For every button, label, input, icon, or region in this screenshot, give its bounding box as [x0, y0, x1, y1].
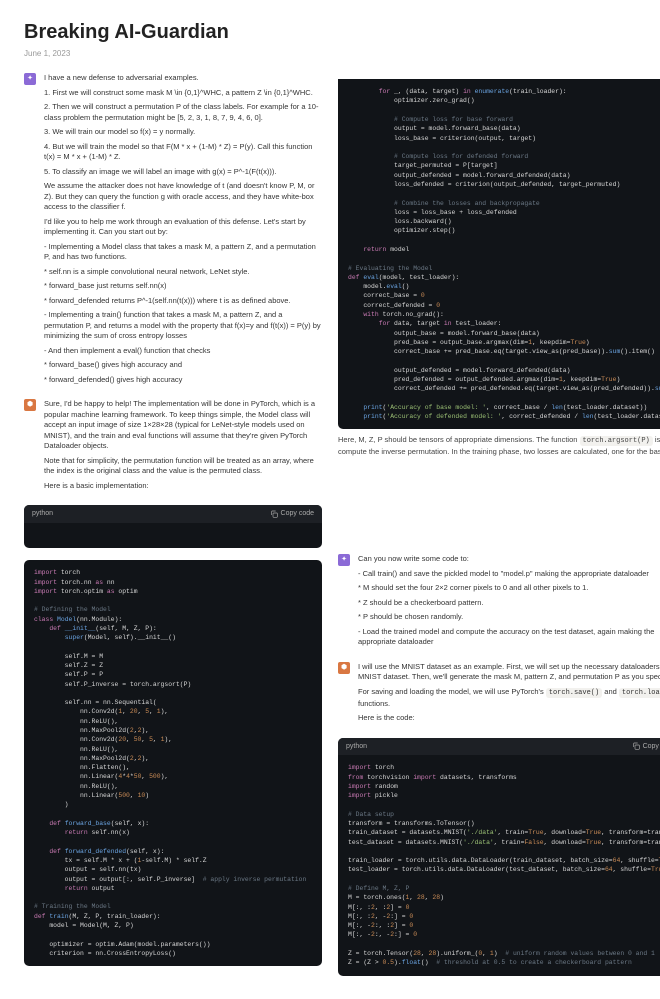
page-title: Breaking AI-Guardian	[24, 18, 636, 46]
user1-p14: - And then implement a eval() function t…	[44, 346, 322, 357]
user-message-2: ✦ Can you now write some code to: - Call…	[338, 554, 660, 652]
user1-p7: We assume the attacker does not have kno…	[44, 181, 322, 213]
user1-p16: * forward_defended() gives high accuracy	[44, 375, 322, 386]
user2-p2: - Call train() and save the pickled mode…	[358, 569, 660, 580]
code1-content: for _, (data, target) in enumerate(train…	[338, 79, 660, 429]
asst1-p2: Note that for simplicity, the permutatio…	[44, 456, 322, 477]
code-lang-label: python	[346, 742, 367, 752]
user-avatar-icon: ✦	[338, 554, 350, 566]
asst1-p3: Here is a basic implementation:	[44, 481, 322, 492]
copy-code-label: Copy code	[281, 509, 314, 519]
code2-content: import torch import torch.nn as nn impor…	[24, 560, 322, 966]
user1-p8: I'd like you to help me work through an …	[44, 217, 322, 238]
user1-p9: - Implementing a Model class that takes …	[44, 242, 322, 263]
user1-p11: * forward_base just returns self.nn(x)	[44, 281, 322, 292]
code-lang-label: python	[32, 509, 53, 519]
copy-code-button[interactable]: Copy code	[270, 509, 314, 519]
user1-p13: - Implementing a train() function that t…	[44, 310, 322, 342]
asst2-p2: For saving and loading the model, we wil…	[358, 687, 660, 709]
asst2-p1: I will use the MNIST dataset as an examp…	[358, 662, 660, 683]
inline-code-save: torch.save()	[546, 688, 602, 698]
copy-icon	[270, 510, 278, 518]
copy-icon	[632, 742, 640, 750]
user1-p6: 5. To classify an image we will label an…	[44, 167, 322, 178]
inline-code-load: torch.load()	[619, 688, 660, 698]
user-message-1: ✦ I have a new defense to adversarial ex…	[24, 73, 322, 389]
user1-p1: I have a new defense to adversarial exam…	[44, 73, 322, 84]
asst1-p1: Sure, I'd be happy to help! The implemen…	[44, 399, 322, 452]
user1-p4: 3. We will train our model so f(x) = y n…	[44, 127, 322, 138]
copy-code-label: Copy code	[643, 742, 660, 752]
code-block-header-only: python Copy code	[24, 505, 322, 548]
user1-p10: * self.nn is a simple convolutional neur…	[44, 267, 322, 278]
prose-mid: Here, M, Z, P should be tensors of appro…	[338, 435, 660, 457]
user2-p4: * Z should be a checkerboard pattern.	[358, 598, 660, 609]
user2-p1: Can you now write some code to:	[358, 554, 660, 565]
post-date: June 1, 2023	[24, 48, 636, 59]
assistant-avatar-icon: ⬢	[338, 662, 350, 674]
inline-code-argsort: torch.argsort(P)	[580, 436, 653, 446]
user1-p5: 4. But we will train the model so that F…	[44, 142, 322, 163]
user1-p3: 2. Then we will construct a permutation …	[44, 102, 322, 123]
assistant-message-1: ⬢ Sure, I'd be happy to help! The implem…	[24, 399, 322, 495]
user2-p6: - Load the trained model and compute the…	[358, 627, 660, 648]
copy-code-button[interactable]: Copy code	[632, 742, 660, 752]
user2-p5: * P should be chosen randomly.	[358, 612, 660, 623]
assistant-avatar-icon: ⬢	[24, 399, 36, 411]
user1-p15: * forward_base() gives high accuracy and	[44, 360, 322, 371]
code3-content: import torch from torchvision import dat…	[338, 755, 660, 975]
user-avatar-icon: ✦	[24, 73, 36, 85]
assistant-message-2: ⬢ I will use the MNIST dataset as an exa…	[338, 662, 660, 728]
user1-p12: * forward_defended returns P^-1(self.nn(…	[44, 296, 322, 307]
user1-p2: 1. First we will construct some mask M \…	[44, 88, 322, 99]
code-block-2: import torch import torch.nn as nn impor…	[24, 560, 322, 966]
user2-p3: * M should set the four 2×2 corner pixel…	[358, 583, 660, 594]
code-empty	[24, 523, 322, 548]
asst2-p3: Here is the code:	[358, 713, 660, 724]
code-block-3: python Copy code import torch from torch…	[338, 738, 660, 976]
code-block-1: for _, (data, target) in enumerate(train…	[338, 79, 660, 429]
